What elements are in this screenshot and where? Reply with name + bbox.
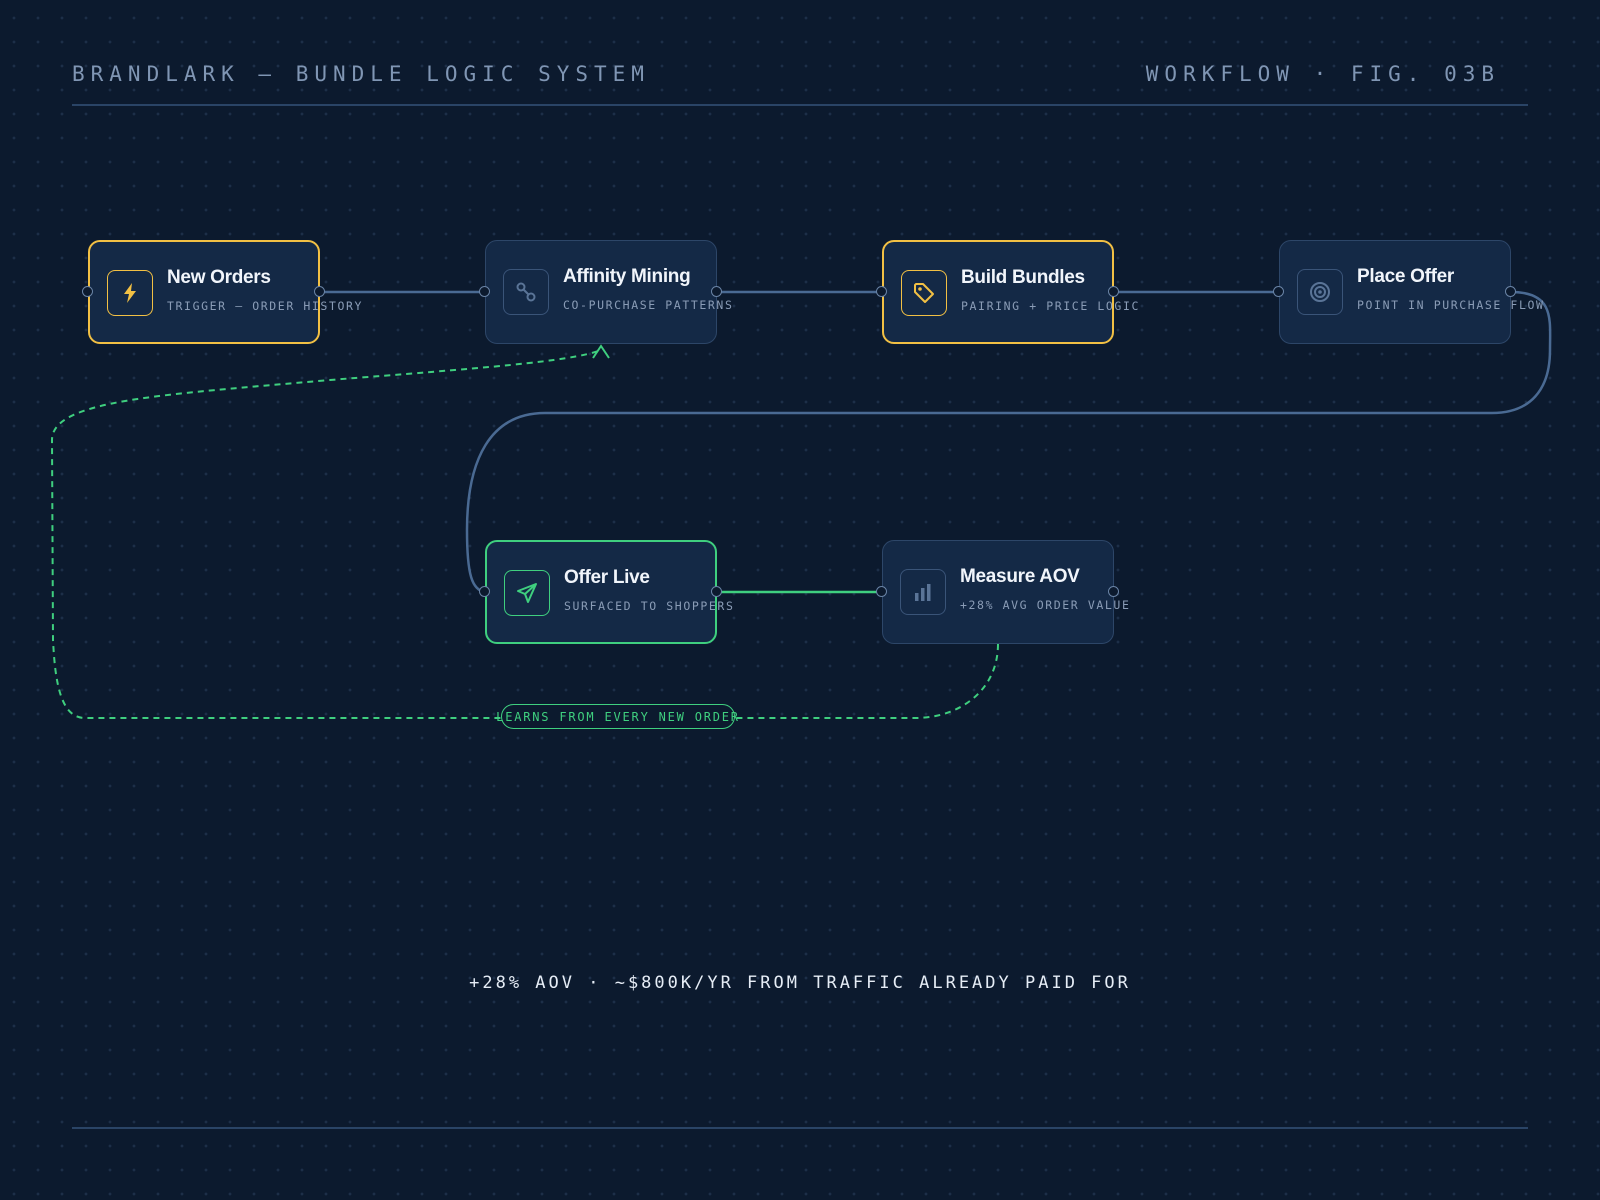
footer-divider: [72, 1127, 1528, 1129]
node-affinity-mining[interactable]: Affinity Mining CO-PURCHASE PATTERNS: [485, 240, 732, 344]
node-new-orders[interactable]: New Orders TRIGGER — ORDER HISTORY: [88, 240, 361, 344]
port-offer-live-out[interactable]: [711, 586, 722, 597]
target-icon: [1297, 269, 1343, 315]
port-place-offer-out[interactable]: [1505, 286, 1516, 297]
node-title: Affinity Mining: [563, 266, 691, 287]
node-build-bundles[interactable]: Build Bundles PAIRING + PRICE LOGIC: [882, 240, 1138, 344]
lightning-icon: [107, 270, 153, 316]
node-subtitle: TRIGGER — ORDER HISTORY: [167, 299, 364, 313]
node-title: New Orders: [167, 267, 271, 288]
node-place-offer[interactable]: Place Offer POINT IN PURCHASE FLOW: [1279, 240, 1543, 344]
port-new-orders-out[interactable]: [314, 286, 325, 297]
node-subtitle: +28% AVG ORDER VALUE: [960, 598, 1131, 612]
impact-summary: +28% AOV · ~$800K/YR FROM TRAFFIC ALREAD…: [469, 973, 1131, 993]
node-title: Place Offer: [1357, 266, 1455, 287]
node-title: Offer Live: [564, 567, 650, 588]
port-new-orders-in[interactable]: [82, 286, 93, 297]
node-offer-live[interactable]: Offer Live SURFACED TO SHOPPERS: [485, 540, 733, 644]
port-affinity-in[interactable]: [479, 286, 490, 297]
port-bundles-in[interactable]: [876, 286, 887, 297]
node-subtitle: PAIRING + PRICE LOGIC: [961, 299, 1140, 313]
port-place-offer-in[interactable]: [1273, 286, 1284, 297]
tag-icon: [901, 270, 947, 316]
link-nodes-icon: [503, 269, 549, 315]
node-title: Measure AOV: [960, 566, 1080, 587]
send-icon: [504, 570, 550, 616]
node-measure-aov[interactable]: Measure AOV +28% AVG ORDER VALUE: [882, 540, 1129, 644]
bar-chart-icon: [900, 569, 946, 615]
port-measure-in[interactable]: [876, 586, 887, 597]
node-title: Build Bundles: [961, 267, 1085, 288]
node-subtitle: POINT IN PURCHASE FLOW: [1357, 298, 1545, 312]
node-subtitle: SURFACED TO SHOPPERS: [564, 599, 735, 613]
connector-layer: [50, 290, 1552, 719]
port-affinity-out[interactable]: [711, 286, 722, 297]
feedback-loop-path: [50, 349, 999, 719]
node-subtitle: CO-PURCHASE PATTERNS: [563, 298, 734, 312]
port-measure-out[interactable]: [1108, 586, 1119, 597]
port-bundles-out[interactable]: [1108, 286, 1119, 297]
feedback-loop-label: LEARNS FROM EVERY NEW ORDER: [496, 704, 738, 729]
port-offer-live-in[interactable]: [479, 586, 490, 597]
